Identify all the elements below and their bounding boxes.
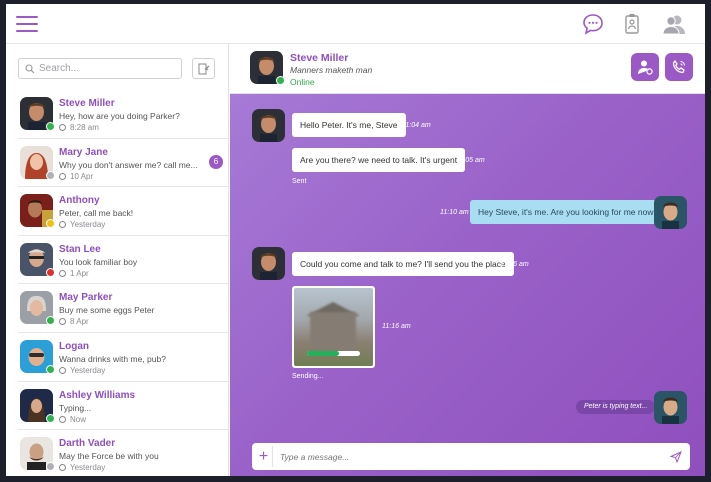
clock-icon [59,464,66,472]
message-composer: + [252,443,690,470]
attachment-preview [294,288,373,366]
status-dot [46,316,55,326]
chat-bubble-icon[interactable] [581,12,605,36]
message-time: 11:16 am [500,261,529,268]
clock-icon [59,318,66,326]
chat-contact-status-message: Manners maketh man [290,65,373,75]
contact-last-message: Buy me some eggs Peter [59,305,155,316]
search-box[interactable] [18,58,182,79]
contact-item-logan[interactable]: Logan Wanna drinks with me, pub? Yesterd… [18,333,229,382]
my-avatar [654,391,687,424]
user-profile-icon[interactable] [661,12,687,36]
message-time: 11:05 am [456,157,485,164]
clock-icon [59,415,66,423]
typing-indicator: Peter is typing text... [576,400,656,414]
attach-button[interactable]: + [255,446,273,467]
contact-time: Yesterday [59,366,105,375]
contact-item-anthony[interactable]: Anthony Peter, call me back! Yesterday [18,187,229,236]
user-settings-icon [638,60,653,75]
message-time: 11:16 am [382,323,411,330]
contact-last-message: You look familiar boy [59,256,138,267]
message-bubble: Hello Peter. It's me, Steve [292,113,406,137]
message-bubble: Could you come and talk to me? I'll send… [292,252,514,276]
search-icon [25,64,35,74]
chat-contact-name: Steve Miller [290,52,349,64]
status-dot [46,462,55,472]
sending-status: Sending... [292,373,324,380]
new-message-button[interactable] [192,58,215,79]
clock-icon [59,366,66,374]
contact-last-message: Typing... [59,402,92,413]
contact-item-ashley-williams[interactable]: Ashley Williams Typing... Now [18,382,229,431]
status-dot [46,122,55,131]
contact-item-darth-vader[interactable]: Darth Vader May the Force be with you Ye… [18,430,229,476]
contact-item-mary-jane[interactable]: Mary Jane Why you don't answer me? call … [18,139,229,188]
send-icon[interactable] [670,451,682,463]
contact-info-button[interactable] [631,53,659,81]
status-dot [46,364,55,374]
hamburger-menu-icon[interactable] [16,16,38,32]
id-card-icon[interactable] [620,12,644,36]
contact-name: Logan [59,340,89,352]
contact-name: Ashley Williams [59,389,136,401]
app-window: Steve Miller Hey, how are you doing Park… [6,4,705,476]
message-area: Hello Peter. It's me, Steve 11:04 am Are… [230,94,705,476]
clock-icon [59,124,66,131]
contact-time: 8:28 am [59,123,99,132]
status-dot [46,170,55,180]
contact-time: 8 Apr [59,317,89,326]
contact-item-steve-miller[interactable]: Steve Miller Hey, how are you doing Park… [18,90,229,139]
message-sent-status: Sent [292,178,307,185]
clock-icon [59,269,66,277]
unread-count-badge: 6 [209,154,223,169]
contact-name: Anthony [59,195,100,207]
contact-name: Stan Lee [59,243,101,255]
message-time: 11:10 am [440,209,469,216]
contact-time: Yesterday [59,463,105,472]
contact-list: Steve Miller Hey, how are you doing Park… [18,90,229,476]
online-dot [276,76,285,85]
image-attachment[interactable] [292,286,375,368]
message-time: 11:04 am [402,122,431,129]
contact-time: 1 Apr [59,269,89,278]
chat-contact-online-status: Online [290,77,315,87]
contact-time: Now [59,415,86,424]
top-bar [6,4,705,44]
sender-avatar [252,247,285,280]
chat-contact-avatar[interactable] [250,51,285,85]
my-message-bubble: Hey Steve, it's me. Are you looking for … [470,200,667,224]
contact-name: May Parker [59,292,113,304]
contact-name: Mary Jane [59,146,108,158]
status-dot [46,413,55,423]
contact-last-message: May the Force be with you [59,451,159,462]
contact-last-message: Wanna drinks with me, pub? [59,353,166,364]
message-bubble: Are you there? we need to talk. It's urg… [292,148,466,172]
contact-last-message: Why you don't answer me? call me... [59,159,198,170]
my-avatar [654,196,687,229]
clock-icon [59,221,66,229]
clock-icon [59,172,66,180]
contact-last-message: Peter, call me back! [59,208,134,219]
contact-last-message: Hey, how are you doing Parker? [59,111,180,121]
chat-panel: Steve Miller Manners maketh man Online H… [230,44,705,476]
status-dot [46,267,55,277]
contact-item-stan-lee[interactable]: Stan Lee You look familiar boy 1 Apr [18,236,229,285]
contact-time: 10 Apr [59,172,93,181]
upload-progress-bar [307,351,360,356]
contact-time: Yesterday [59,220,105,229]
sender-avatar [252,109,285,142]
contact-item-may-parker[interactable]: May Parker Buy me some eggs Peter 8 Apr [18,284,229,333]
status-dot [46,219,55,229]
chat-header: Steve Miller Manners maketh man Online [230,44,705,94]
search-input[interactable] [39,59,177,78]
contact-name: Steve Miller [59,98,115,109]
contact-name: Darth Vader [59,438,116,450]
call-button[interactable] [665,53,693,81]
compose-icon [198,63,210,75]
contacts-sidebar: Steve Miller Hey, how are you doing Park… [6,44,229,476]
message-input[interactable] [280,447,660,466]
phone-icon [672,59,685,74]
